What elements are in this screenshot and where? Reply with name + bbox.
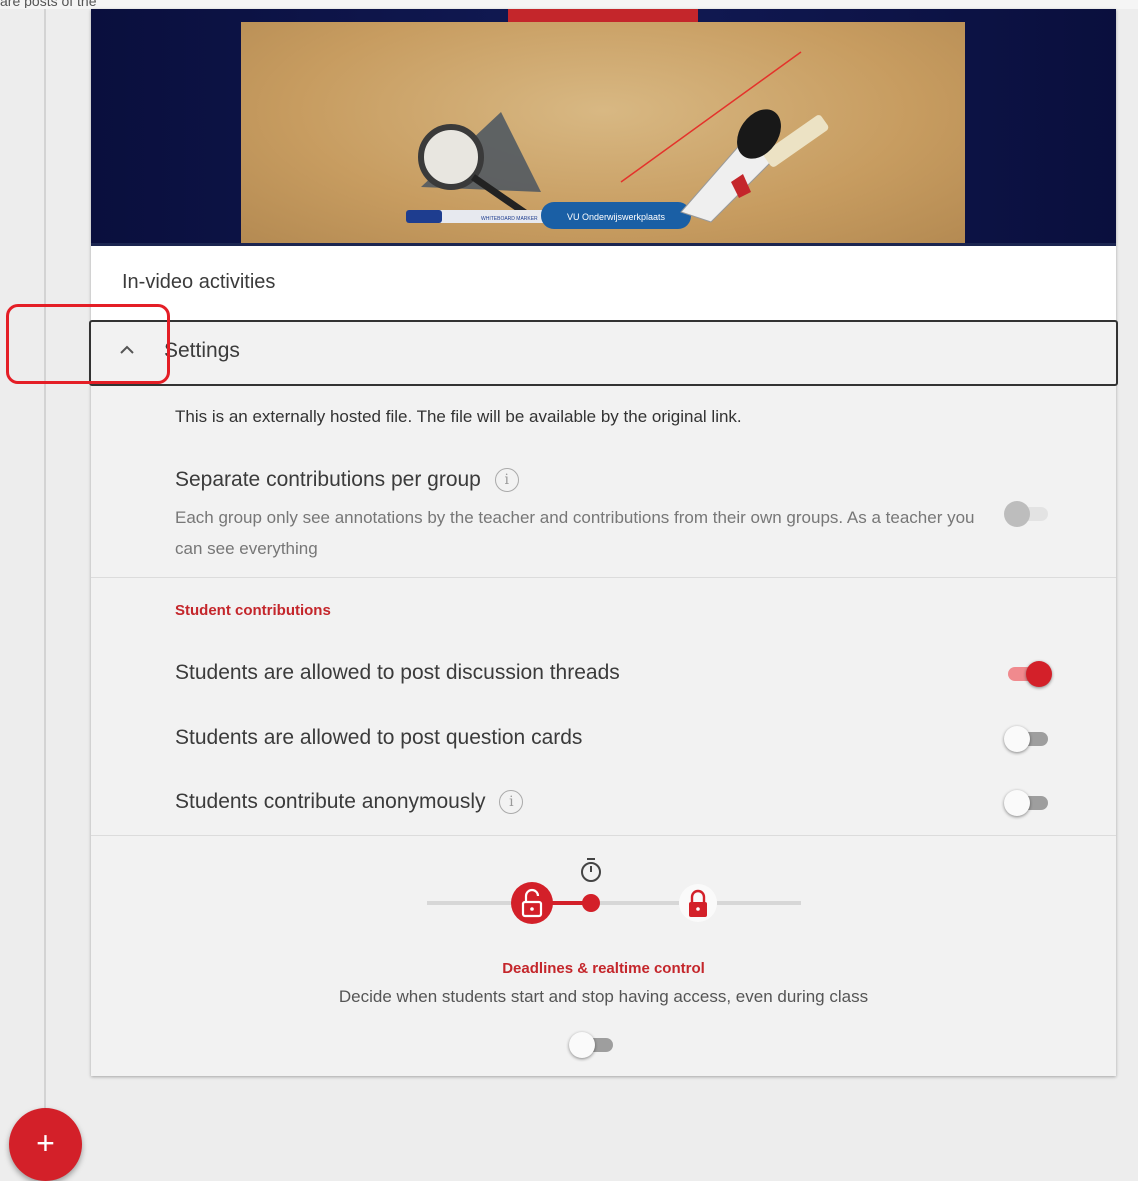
settings-label: Settings [164,339,240,362]
card-title-row: In-video activities [91,246,1116,321]
card-title: In-video activities [122,271,276,293]
deadlines-description: Decide when students start and stop havi… [338,987,869,1006]
info-icon[interactable]: i [499,790,524,815]
external-file-note: This is an externally hosted file. The f… [175,407,742,426]
discussion-threads-toggle[interactable] [1004,661,1052,687]
toggle-knob [569,1032,595,1058]
top-strip: are posts of the [0,0,1138,9]
info-icon[interactable]: i [494,468,519,493]
add-button[interactable]: + [9,1108,82,1181]
top-partial-text: are posts of the [0,0,97,8]
divider [91,577,1116,578]
toggle-knob [1026,661,1052,687]
toggle-knob [1004,726,1030,752]
question-cards-label: Students are allowed to post question ca… [175,726,583,749]
plus-icon: + [36,1125,55,1161]
deadline-illustration [427,858,801,924]
settings-toggle-row[interactable]: Settings [89,320,1118,386]
toggle-knob [1004,501,1030,527]
thumbnail-image: WHITEBOARD MARKER VU Onderwijswerkplaats [241,22,965,244]
discussion-threads-label: Students are allowed to post discussion … [175,661,620,684]
anonymous-toggle[interactable] [1004,790,1052,816]
anonymous-label: Students contribute anonymously [175,790,486,813]
anonymous-row: Students contribute anonymously i [175,790,524,815]
unlock-icon [511,882,553,924]
lock-icon [679,884,717,922]
badge-label: VU Onderwijswerkplaats [567,212,666,222]
separate-groups-label: Separate contributions per group [175,468,481,491]
marker-label: WHITEBOARD MARKER [481,216,538,222]
separate-groups-title: Separate contributions per group i [175,468,519,493]
toggle-knob [1004,790,1030,816]
timeline-line [44,9,46,1180]
settings-highlight-box [6,304,170,384]
divider [91,835,1116,836]
deadlines-title: Deadlines & realtime control [502,960,705,977]
now-marker [582,894,600,912]
deadlines-toggle[interactable] [569,1032,617,1058]
separate-groups-description: Each group only see annotations by the t… [175,508,975,558]
question-cards-toggle[interactable] [1004,726,1052,752]
tools-illustration: WHITEBOARD MARKER VU Onderwijswerkplaats [406,51,829,229]
separate-groups-toggle[interactable] [1004,501,1052,527]
stopwatch-icon [581,858,601,882]
video-thumbnail[interactable]: WHITEBOARD MARKER VU Onderwijswerkplaats [91,9,1116,246]
student-contributions-heading: Student contributions [175,602,331,619]
activity-card: WHITEBOARD MARKER VU Onderwijswerkplaats… [89,9,1118,1076]
